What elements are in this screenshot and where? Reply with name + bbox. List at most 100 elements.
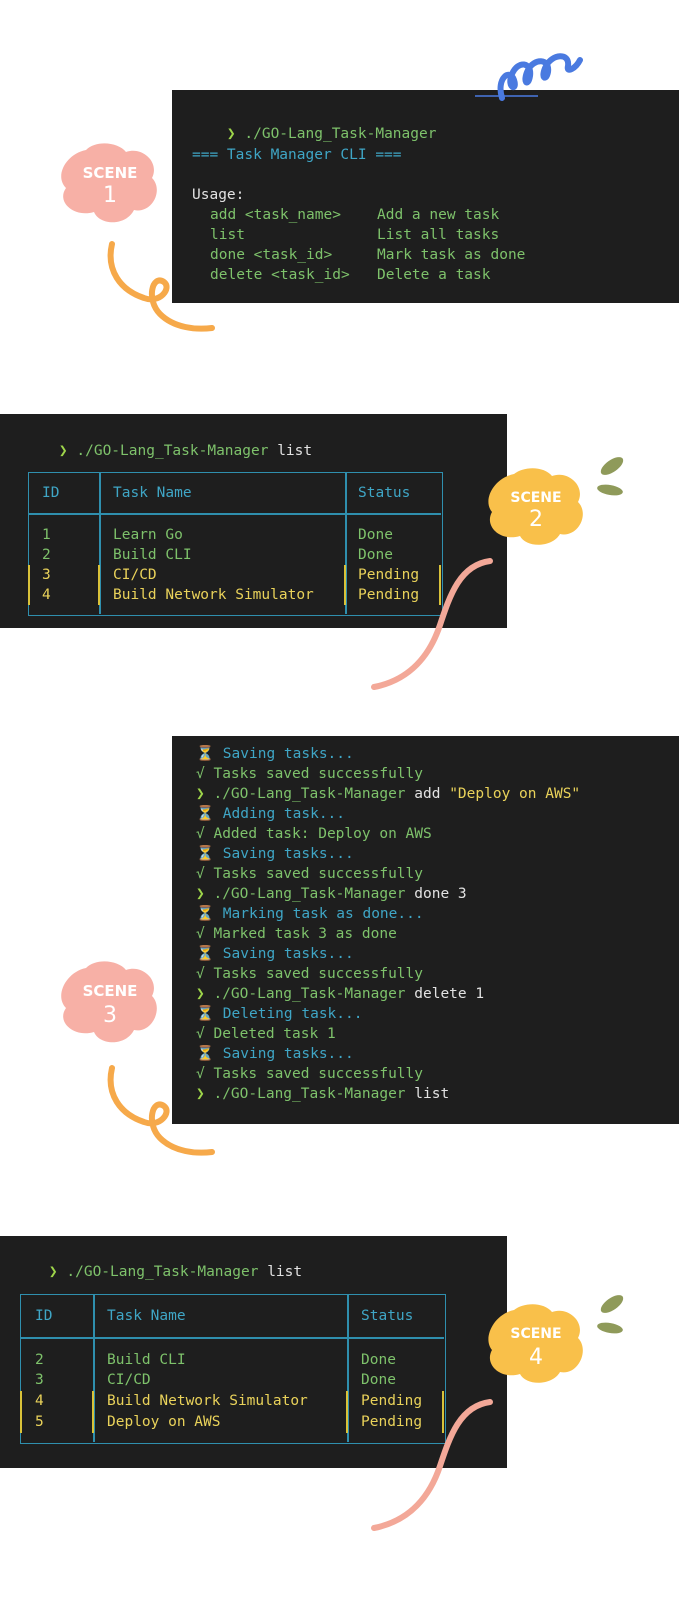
log-line: √ Added task: Deploy on AWS	[196, 826, 432, 842]
log-line: √ Marked task 3 as done	[196, 926, 397, 942]
prompt-line: ❯ ./GO-Lang_Task-Manager list	[196, 1086, 450, 1102]
prompt-arrow-icon: ❯	[48, 1264, 58, 1280]
cell-name: CI/CD	[113, 567, 157, 583]
command-arg: list	[267, 1264, 303, 1280]
column-header-status: Status	[358, 485, 411, 501]
log-line: ⏳ Saving tasks...	[196, 946, 354, 962]
cell-name: Learn Go	[113, 527, 183, 543]
column-header-status: Status	[361, 1308, 414, 1324]
log-line: ⏳ Deleting task...	[196, 1006, 363, 1022]
scene-3-badge: SCENE 3	[61, 961, 157, 1043]
badge-number: 4	[529, 1345, 543, 1370]
prompt-arrow-icon: ❯	[196, 886, 205, 902]
log-line: √ Tasks saved successfully	[196, 866, 423, 882]
scene-2-badge: SCENE 2	[488, 468, 583, 545]
usage-label: Usage:	[192, 187, 245, 203]
cell-name: Build CLI	[107, 1352, 186, 1368]
cell-status: Done	[361, 1372, 396, 1388]
squiggle-doodle-icon	[371, 1399, 493, 1531]
badge-number: 3	[103, 1003, 117, 1028]
hourglass-icon: ⏳	[196, 1006, 215, 1022]
cell-status: Done	[358, 527, 393, 543]
scene-1-badge: SCENE 1	[61, 143, 157, 223]
usage-cmd: done <task_id>	[210, 247, 333, 263]
hourglass-icon: ⏳	[196, 746, 215, 762]
hourglass-icon: ⏳	[196, 806, 215, 822]
badge-number: 1	[103, 183, 117, 208]
prompt-line: ❯ ./GO-Lang_Task-Manager add "Deploy on …	[196, 786, 581, 802]
cell-id: 5	[35, 1414, 44, 1430]
leaf-doodle-icon	[597, 457, 624, 496]
prompt-arrow-icon: ❯	[226, 126, 236, 142]
prompt-arrow-icon: ❯	[196, 786, 205, 802]
hourglass-icon: ⏳	[196, 846, 215, 862]
usage-cmd: add <task_name>	[210, 207, 341, 223]
check-icon: √	[196, 826, 205, 842]
leaf-doodle-icon	[597, 1295, 624, 1334]
usage-desc: List all tasks	[377, 227, 500, 243]
log-line: ⏳ Adding task...	[196, 806, 346, 822]
command-arg: list	[277, 443, 313, 459]
log-line: ⏳ Saving tasks...	[196, 1046, 354, 1062]
check-icon: √	[196, 866, 205, 882]
log-line: ⏳ Marking task as done...	[196, 906, 424, 922]
cell-name: Build Network Simulator	[113, 587, 314, 603]
prompt-line: ❯ ./GO-Lang_Task-Manager delete 1	[196, 986, 485, 1002]
log-line: √ Tasks saved successfully	[196, 766, 423, 782]
prompt-line: ❯ ./GO-Lang_Task-Manager list	[14, 1242, 302, 1280]
terminal-scene-1: ❯ ./GO-Lang_Task-Manager === Task Manage…	[172, 90, 679, 303]
cell-status: Done	[361, 1352, 396, 1368]
usage-desc: Mark task as done	[377, 247, 526, 263]
column-header-name: Task Name	[107, 1308, 186, 1324]
command-text: ./GO-Lang_Task-Manager	[76, 443, 269, 459]
cell-id: 3	[42, 567, 51, 583]
prompt-arrow-icon: ❯	[58, 443, 68, 459]
cell-id: 2	[42, 547, 51, 563]
prompt-line: ❯ ./GO-Lang_Task-Manager	[192, 104, 437, 142]
terminal-scene-3: ⏳ Saving tasks... √ Tasks saved successf…	[172, 736, 679, 1124]
cell-name: Build Network Simulator	[107, 1393, 308, 1409]
squiggle-doodle-icon	[371, 558, 493, 690]
log-line: √ Tasks saved successfully	[196, 1066, 423, 1082]
log-line: √ Deleted task 1	[196, 1026, 336, 1042]
hourglass-icon: ⏳	[196, 946, 215, 962]
badge-word: SCENE	[83, 164, 138, 182]
command-text: ./GO-Lang_Task-Manager	[66, 1264, 259, 1280]
scene-4-badge: SCENE 4	[488, 1304, 583, 1383]
check-icon: √	[196, 926, 205, 942]
prompt-line: ❯ ./GO-Lang_Task-Manager done 3	[196, 886, 467, 902]
cell-id: 4	[35, 1393, 44, 1409]
badge-number: 2	[529, 507, 543, 532]
cell-name: CI/CD	[107, 1372, 151, 1388]
command-text: ./GO-Lang_Task-Manager	[244, 126, 437, 142]
badge-word: SCENE	[510, 1326, 561, 1342]
usage-cmd: delete <task_id>	[210, 267, 350, 283]
hourglass-icon: ⏳	[196, 906, 215, 922]
column-header-id: ID	[35, 1308, 53, 1324]
badge-word: SCENE	[83, 982, 138, 1000]
hourglass-icon: ⏳	[196, 1046, 215, 1062]
check-icon: √	[196, 1026, 205, 1042]
cell-id: 3	[35, 1372, 44, 1388]
squiggle-doodle-icon	[107, 241, 215, 332]
cell-id: 4	[42, 587, 51, 603]
badge-word: SCENE	[510, 490, 561, 506]
prompt-line: ❯ ./GO-Lang_Task-Manager list	[24, 421, 312, 459]
cell-id: 2	[35, 1352, 44, 1368]
cell-id: 1	[42, 527, 51, 543]
column-header-id: ID	[42, 485, 60, 501]
squiggle-doodle-icon	[107, 1065, 215, 1156]
swirl-doodle-icon	[475, 53, 583, 101]
banner-text: === Task Manager CLI ===	[192, 147, 402, 163]
log-line: ⏳ Saving tasks...	[196, 846, 354, 862]
log-line: ⏳ Saving tasks...	[196, 746, 354, 762]
check-icon: √	[196, 766, 205, 782]
log-line: √ Tasks saved successfully	[196, 966, 423, 982]
cell-name: Build CLI	[113, 547, 192, 563]
usage-desc: Delete a task	[377, 267, 491, 283]
cell-name: Deploy on AWS	[107, 1414, 221, 1430]
column-header-name: Task Name	[113, 485, 192, 501]
usage-desc: Add a new task	[377, 207, 500, 223]
check-icon: √	[196, 966, 205, 982]
prompt-arrow-icon: ❯	[196, 986, 205, 1002]
